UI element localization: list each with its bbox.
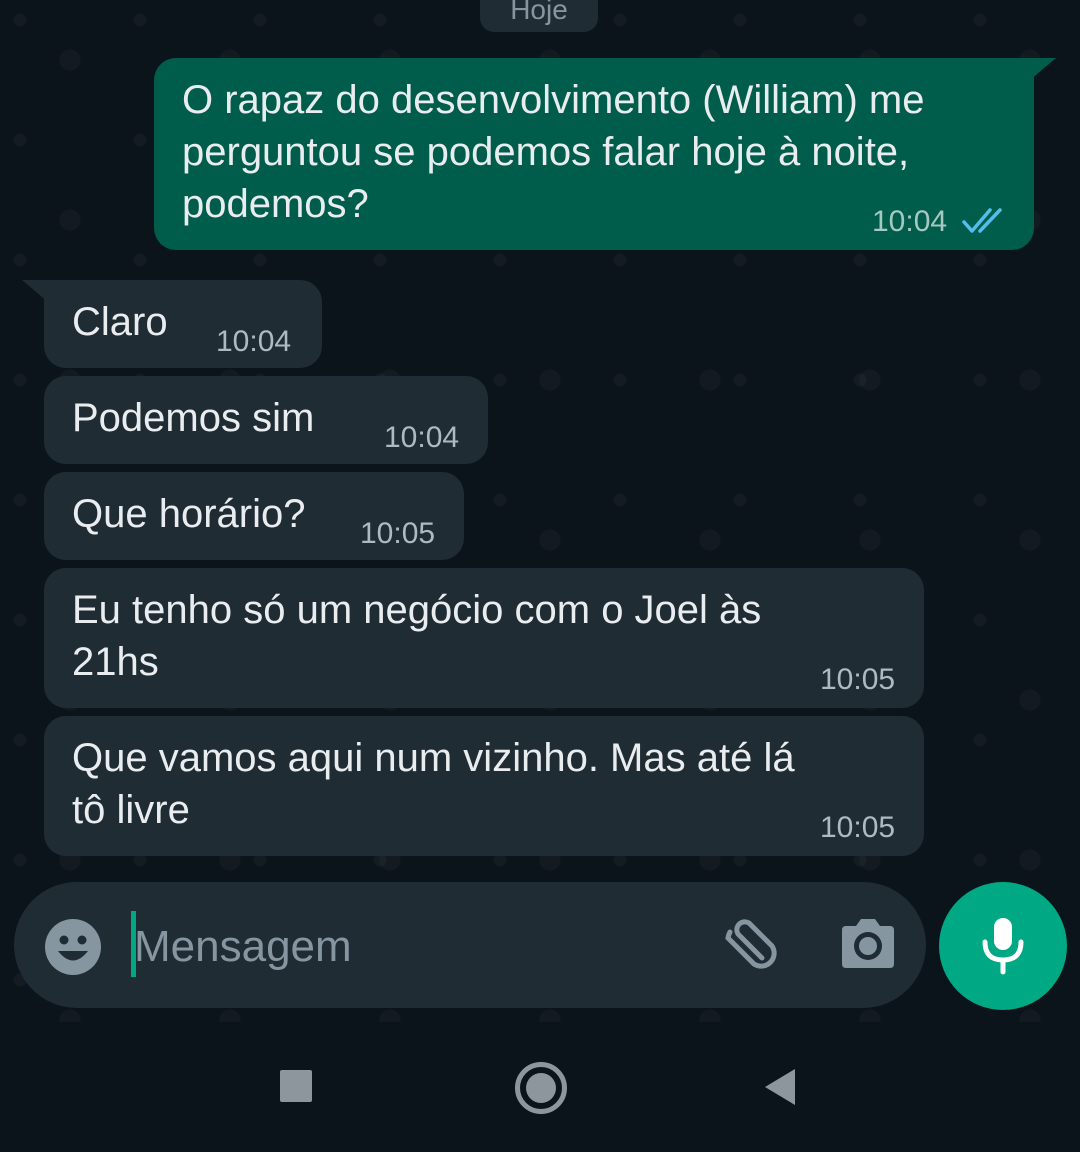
- microphone-button[interactable]: [939, 882, 1067, 1010]
- recent-apps-button[interactable]: [280, 1070, 312, 1102]
- chat-area[interactable]: Hoje O rapaz do desenvolvimento (William…: [0, 0, 1080, 1022]
- message-text-line: Claro: [72, 300, 168, 344]
- microphone-icon: [982, 918, 1024, 975]
- incoming-message-bubble[interactable]: Claro 10:04: [44, 280, 322, 368]
- back-button[interactable]: [764, 1068, 796, 1106]
- message-input[interactable]: [134, 918, 674, 976]
- message-text-line: Que vamos aqui num vizinho. Mas até lá: [72, 736, 795, 780]
- message-time: 10:04: [216, 325, 292, 358]
- message-text-line: tô livre: [72, 788, 190, 832]
- message-time: 10:04: [384, 421, 460, 454]
- message-text-line: 21hs: [72, 640, 159, 684]
- incoming-message-bubble[interactable]: Eu tenho só um negócio com o Joel às 21h…: [44, 568, 924, 708]
- message-time: 10:05: [820, 811, 896, 844]
- message-text-line: Que horário?: [72, 492, 306, 536]
- message-time: 10:04: [872, 205, 948, 238]
- incoming-message-bubble[interactable]: Podemos sim 10:04: [44, 376, 488, 464]
- incoming-message-bubble[interactable]: Que vamos aqui num vizinho. Mas até lá t…: [44, 716, 924, 856]
- emoji-icon[interactable]: [44, 918, 102, 976]
- incoming-message-bubble[interactable]: Que horário? 10:05: [44, 472, 464, 560]
- message-time: 10:05: [820, 663, 896, 696]
- message-text-line: podemos?: [182, 182, 369, 226]
- home-button[interactable]: [515, 1062, 567, 1114]
- message-text-line: Eu tenho só um negócio com o Joel às: [72, 588, 762, 632]
- paperclip-icon[interactable]: [716, 918, 778, 976]
- read-double-check-icon: [962, 208, 1002, 233]
- message-text-line: Podemos sim: [72, 396, 315, 440]
- outgoing-message-bubble[interactable]: O rapaz do desenvolvimento (William) me …: [154, 58, 1034, 250]
- date-chip: Hoje: [480, 0, 598, 32]
- camera-icon[interactable]: [838, 916, 898, 972]
- message-text-line: O rapaz do desenvolvimento (William) me: [182, 78, 925, 122]
- message-time: 10:05: [360, 517, 436, 550]
- message-text-line: perguntou se podemos falar hoje à noite,: [182, 130, 910, 174]
